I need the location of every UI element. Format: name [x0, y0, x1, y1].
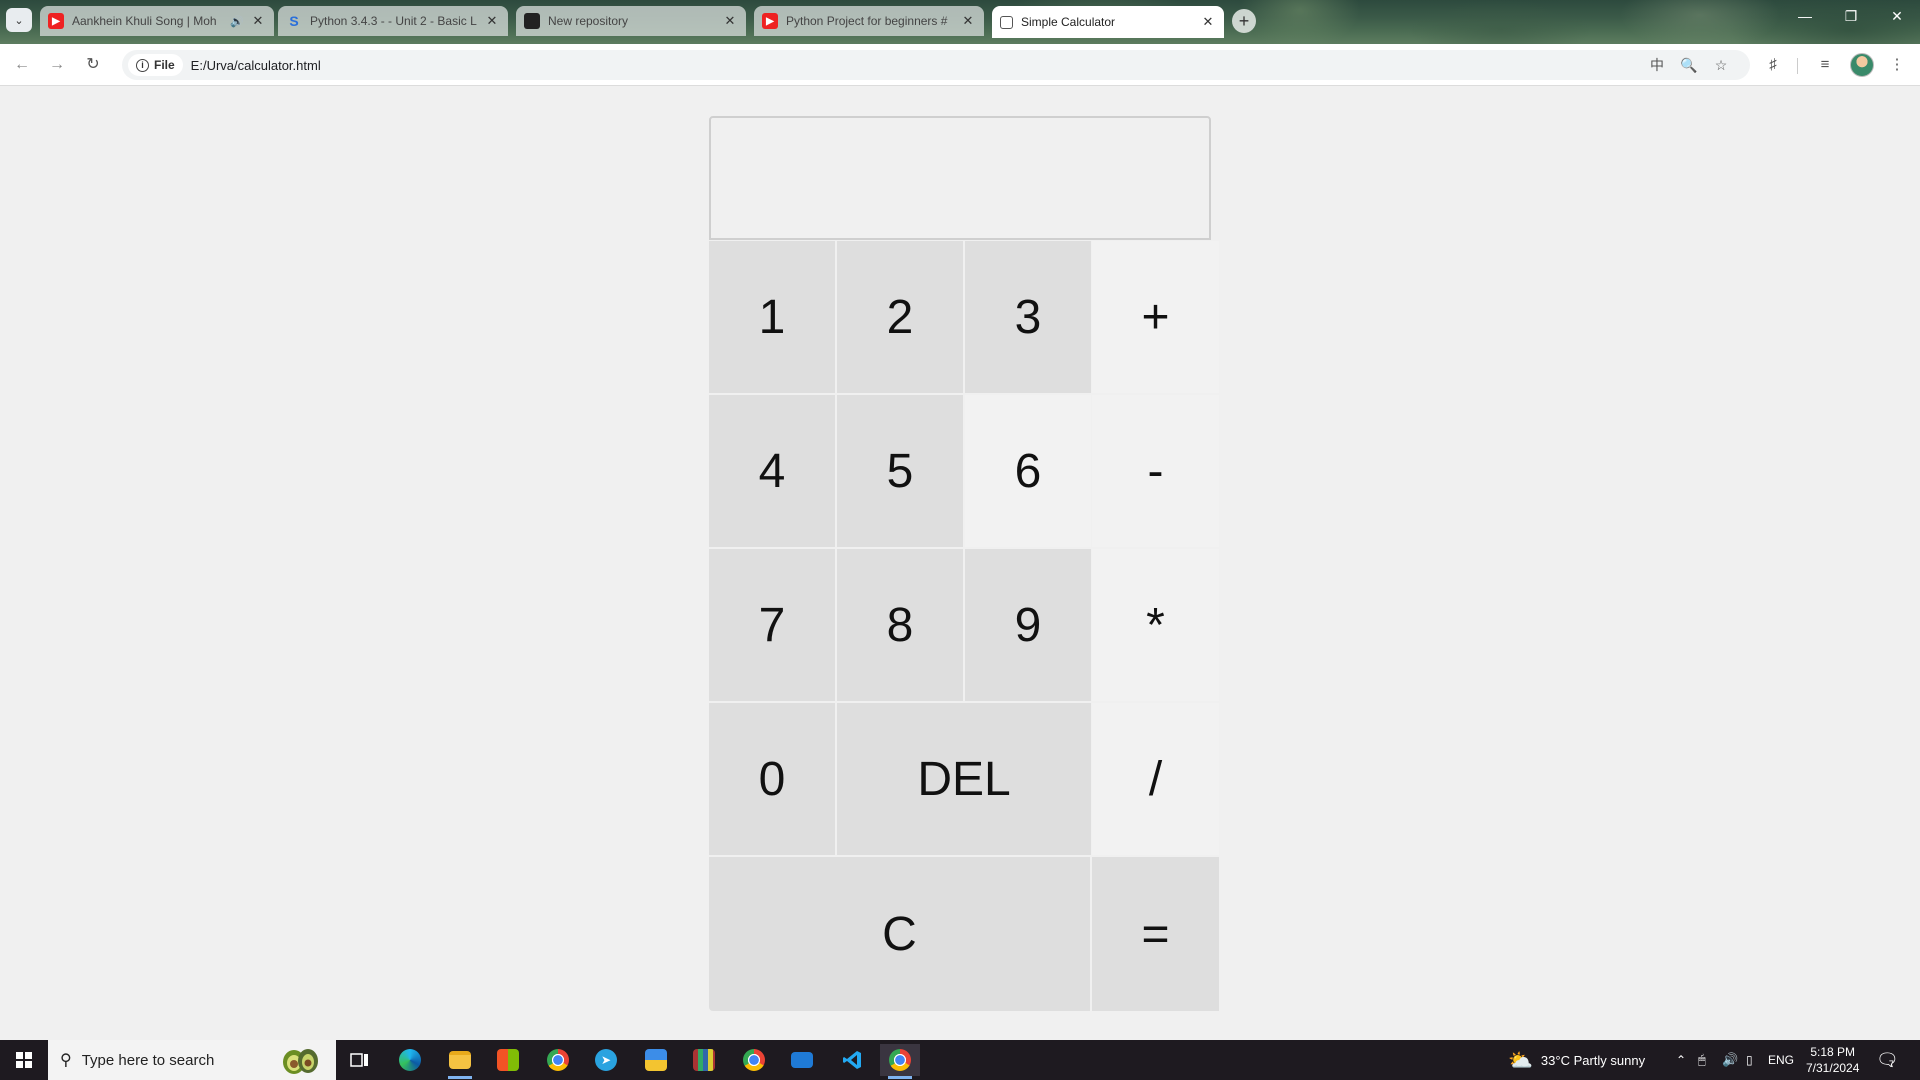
tab-new-repository[interactable]: New repository ✕: [516, 6, 746, 36]
search-icon: ⚲: [60, 1052, 72, 1069]
battery-icon[interactable]: ▯: [1746, 1040, 1753, 1080]
tab-title: Aankhein Khuli Song | Moh: [72, 14, 217, 28]
language-indicator[interactable]: ENG: [1768, 1040, 1794, 1080]
taskbar-search[interactable]: ⚲ Type here to search: [48, 1040, 336, 1080]
key-1[interactable]: 1: [709, 241, 835, 393]
tab-title: New repository: [548, 14, 629, 28]
edge-icon[interactable]: [390, 1044, 430, 1076]
tab-aankhein-khuli[interactable]: ▶ Aankhein Khuli Song | Moh 🔊 ✕: [40, 6, 274, 36]
winrar-icon[interactable]: [684, 1044, 724, 1076]
minimize-icon[interactable]: —: [1790, 8, 1820, 24]
menu-dots-icon[interactable]: ⋮: [1886, 54, 1908, 76]
key-4[interactable]: 4: [709, 395, 835, 547]
windows-logo-icon: [16, 1052, 32, 1068]
mail-icon[interactable]: [782, 1044, 822, 1076]
close-tab-icon[interactable]: ✕: [250, 13, 266, 29]
chrome-alt-icon[interactable]: [734, 1044, 774, 1076]
clock-date: 7/31/2024: [1806, 1061, 1860, 1075]
tray-chevron-icon[interactable]: ⌃: [1676, 1040, 1686, 1080]
close-window-icon[interactable]: ✕: [1882, 8, 1912, 25]
tab-search-button[interactable]: ⌄: [6, 8, 32, 32]
youtube-icon: ▶: [762, 13, 778, 29]
tab-python-project[interactable]: ▶ Python Project for beginners # ✕: [754, 6, 984, 36]
restore-icon[interactable]: ❐: [1836, 8, 1866, 25]
tab-title: Simple Calculator: [1021, 15, 1116, 29]
tab-title: Python 3.4.3 - - Unit 2 - Basic L: [310, 14, 477, 28]
back-arrow-icon[interactable]: ←: [11, 54, 33, 76]
start-button[interactable]: [0, 1040, 48, 1080]
key-3[interactable]: 3: [965, 241, 1091, 393]
youtube-icon: ▶: [48, 13, 64, 29]
chevron-down-icon: ⌄: [14, 14, 24, 27]
weather-text: 33°C Partly sunny: [1540, 1052, 1646, 1068]
notification-icon: 🗨: [1876, 1049, 1899, 1070]
windows-taskbar: ⚲ Type here to search ➤ ⛅ 33°C Partly su…: [0, 1040, 1920, 1080]
clock-time: 5:18 PM: [1810, 1045, 1856, 1059]
info-icon: i: [136, 58, 149, 72]
volume-icon[interactable]: 🔊: [1722, 1040, 1738, 1080]
bookmark-star-icon[interactable]: ☆: [1710, 54, 1732, 76]
tab-simple-calculator[interactable]: Simple Calculator ✕: [992, 6, 1224, 38]
key-plus[interactable]: +: [1092, 241, 1219, 393]
key-multiply[interactable]: *: [1092, 549, 1219, 701]
extensions-icon[interactable]: ♯: [1762, 54, 1784, 76]
search-placeholder: Type here to search: [81, 1051, 215, 1069]
key-minus[interactable]: -: [1092, 395, 1219, 547]
tab-title: Python Project for beginners #: [786, 14, 948, 28]
avocado-icon: [283, 1049, 318, 1074]
notification-center[interactable]: 🗨 7: [1876, 1040, 1899, 1080]
profile-avatar[interactable]: [1850, 53, 1874, 77]
equals-button[interactable]: =: [1092, 857, 1219, 1011]
vscode-icon[interactable]: [832, 1044, 872, 1076]
key-2[interactable]: 2: [837, 241, 963, 393]
key-6[interactable]: 6: [965, 395, 1091, 547]
microsoft-store-icon[interactable]: [488, 1044, 528, 1076]
address-bar[interactable]: i File E:/Urva/calculator.html 中 🔍 ☆: [122, 50, 1750, 80]
notification-count: 7: [1888, 1059, 1894, 1069]
zoom-icon[interactable]: 🔍: [1678, 54, 1700, 76]
toolbar-divider: [1797, 58, 1798, 74]
forward-arrow-icon[interactable]: →: [46, 54, 68, 76]
url-text[interactable]: E:/Urva/calculator.html: [191, 58, 321, 73]
delete-button[interactable]: DEL: [837, 703, 1091, 855]
close-tab-icon[interactable]: ✕: [1200, 14, 1216, 30]
notepad-icon[interactable]: [636, 1044, 676, 1076]
close-tab-icon[interactable]: ✕: [484, 13, 500, 29]
calculator: 1 2 3 + 4 5 6 - 7 8 9 * 0 DEL / C =: [708, 114, 1220, 1012]
task-view-icon[interactable]: [340, 1044, 380, 1076]
github-icon: [524, 13, 540, 29]
new-tab-button[interactable]: +: [1232, 9, 1256, 33]
browser-toolbar: ← → ↻ i File E:/Urva/calculator.html 中 🔍…: [0, 44, 1920, 86]
key-0[interactable]: 0: [709, 703, 835, 855]
key-8[interactable]: 8: [837, 549, 963, 701]
plus-icon: +: [1238, 10, 1250, 31]
globe-icon: [1000, 15, 1013, 29]
tab-python-unit2[interactable]: S Python 3.4.3 - - Unit 2 - Basic L ✕: [278, 6, 508, 36]
calculator-display[interactable]: [709, 116, 1211, 240]
translate-icon[interactable]: 中: [1646, 54, 1668, 76]
speaker-icon[interactable]: 🔊: [230, 15, 244, 28]
telegram-icon[interactable]: ➤: [586, 1044, 626, 1076]
close-tab-icon[interactable]: ✕: [960, 13, 976, 29]
clear-button[interactable]: C: [709, 857, 1090, 1011]
s-icon: S: [289, 13, 299, 29]
browser-tab-strip: ⌄ ▶ Aankhein Khuli Song | Moh 🔊 ✕ S Pyth…: [0, 0, 1920, 44]
key-9[interactable]: 9: [965, 549, 1091, 701]
clock[interactable]: 5:18 PM 7/31/2024: [1806, 1040, 1859, 1080]
key-divide[interactable]: /: [1092, 703, 1219, 855]
key-5[interactable]: 5: [837, 395, 963, 547]
media-control-icon[interactable]: ≡: [1814, 54, 1836, 76]
chrome-icon[interactable]: [538, 1044, 578, 1076]
chrome-active-icon[interactable]: [880, 1044, 920, 1079]
site-info-chip[interactable]: i File: [128, 54, 183, 76]
file-explorer-icon[interactable]: [440, 1044, 480, 1079]
key-7[interactable]: 7: [709, 549, 835, 701]
close-tab-icon[interactable]: ✕: [722, 13, 738, 29]
chip-label: File: [154, 58, 175, 72]
partly-sunny-icon: ⛅: [1508, 1049, 1533, 1072]
network-icon[interactable]: 🖱: [1698, 1040, 1706, 1080]
weather-widget[interactable]: ⛅ 33°C Partly sunny: [1508, 1040, 1645, 1080]
reload-icon[interactable]: ↻: [82, 54, 104, 76]
